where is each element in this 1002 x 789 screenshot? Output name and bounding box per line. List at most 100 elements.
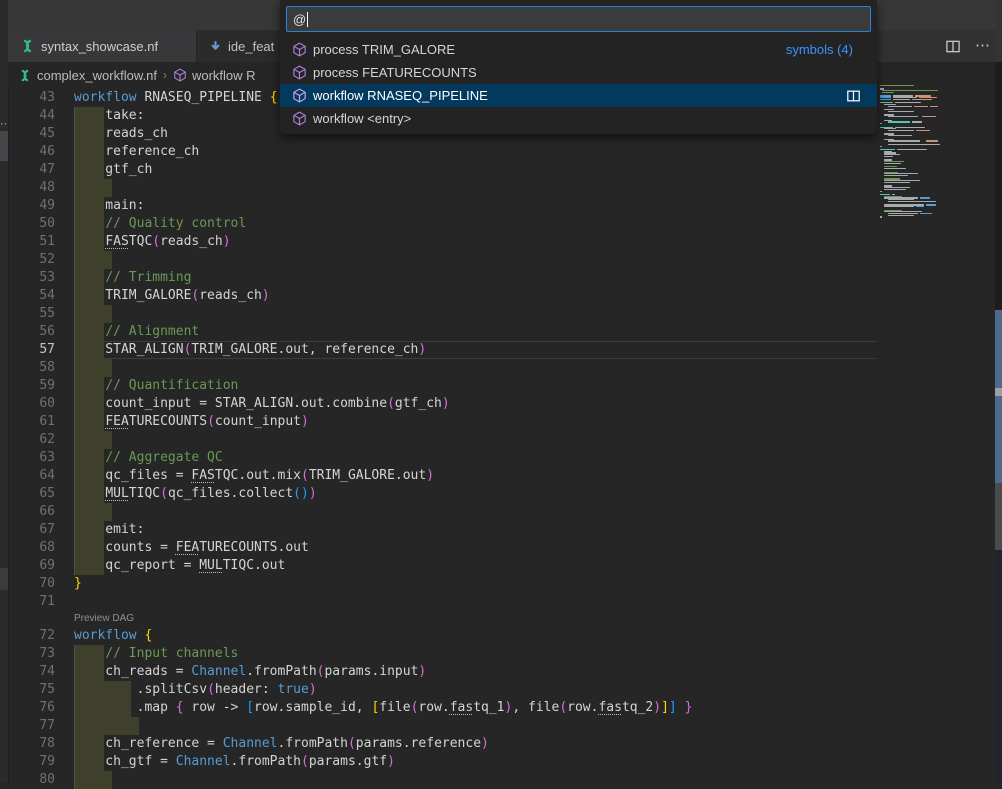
quickpick-input[interactable]: @	[286, 6, 871, 32]
code-line-text[interactable]	[74, 771, 877, 789]
code-line-text[interactable]: gtf_ch	[74, 161, 877, 179]
code-line[interactable]: 79 ch_gtf = Channel.fromPath(params.gtf)	[8, 753, 877, 771]
line-number: 77	[8, 717, 55, 735]
symbol-class-icon	[292, 65, 307, 80]
code-line[interactable]: 68 counts = FEATURECOUNTS.out	[8, 539, 877, 557]
quickpick-item-featurecounts[interactable]: process FEATURECOUNTS	[280, 61, 877, 84]
code-line-text[interactable]: FEATURECOUNTS(count_input)	[74, 413, 877, 431]
code-line[interactable]: 77	[8, 717, 877, 735]
quickpick-item-rnaseq-pipeline-selected[interactable]: workflow RNASEQ_PIPELINE	[280, 84, 877, 107]
code-line[interactable]: 69 qc_report = MULTIQC.out	[8, 557, 877, 575]
open-to-side-icon[interactable]	[846, 89, 867, 103]
minimap-line	[926, 204, 936, 205]
code-line[interactable]: 57 STAR_ALIGN(TRIM_GALORE.out, reference…	[8, 341, 877, 359]
code-line-text[interactable]	[74, 359, 877, 377]
code-line-text[interactable]: count_input = STAR_ALIGN.out.combine(gtf…	[74, 395, 877, 413]
code-line-text[interactable]: .map { row -> [row.sample_id, [file(row.…	[74, 699, 877, 717]
code-line-text[interactable]: qc_report = MULTIQC.out	[74, 557, 877, 575]
code-line-text[interactable]	[74, 431, 877, 449]
activity-bar-active-item[interactable]	[0, 131, 8, 161]
code-line-text[interactable]: main:	[74, 197, 877, 215]
code-line[interactable]: 55	[8, 305, 877, 323]
code-line[interactable]: 66	[8, 503, 877, 521]
code-line[interactable]: 62	[8, 431, 877, 449]
line-number: 67	[8, 521, 55, 539]
minimap-line	[926, 140, 938, 141]
code-line[interactable]: 73 // Input channels	[8, 645, 877, 663]
code-line[interactable]: 47 gtf_ch	[8, 161, 877, 179]
quickpick-item-label: process TRIM_GALORE	[313, 42, 455, 57]
code-line-text[interactable]: ch_reference = Channel.fromPath(params.r…	[74, 735, 877, 753]
code-line[interactable]: 71	[8, 593, 877, 611]
code-line-text[interactable]: // Trimming	[74, 269, 877, 287]
code-line-text[interactable]: ch_reads = Channel.fromPath(params.input…	[74, 663, 877, 681]
minimap-line	[895, 127, 925, 128]
code-line[interactable]: 51 FASTQC(reads_ch)	[8, 233, 877, 251]
code-line-text[interactable]	[74, 251, 877, 269]
code-line-text[interactable]: }	[74, 575, 877, 593]
quickpick-item-label: process FEATURECOUNTS	[313, 65, 477, 80]
code-line[interactable]: 61 FEATURECOUNTS(count_input)	[8, 413, 877, 431]
minimap-line	[888, 130, 914, 131]
code-line-text[interactable]: MULTIQC(qc_files.collect())	[74, 485, 877, 503]
code-line[interactable]: 78 ch_reference = Channel.fromPath(param…	[8, 735, 877, 753]
code-line-text[interactable]: // Alignment	[74, 323, 877, 341]
indent-highlight	[74, 717, 139, 735]
more-actions-icon[interactable]: ⋯	[975, 41, 992, 51]
code-line-text[interactable]: reference_ch	[74, 143, 877, 161]
code-line[interactable]: 54 TRIM_GALORE(reads_ch)	[8, 287, 877, 305]
code-line-text[interactable]: FASTQC(reads_ch)	[74, 233, 877, 251]
code-line[interactable]: 60 count_input = STAR_ALIGN.out.combine(…	[8, 395, 877, 413]
line-number: 55	[8, 305, 55, 323]
code-line[interactable]: 75 .splitCsv(header: true)	[8, 681, 877, 699]
code-line[interactable]: 53 // Trimming	[8, 269, 877, 287]
code-line[interactable]: 76 .map { row -> [row.sample_id, [file(r…	[8, 699, 877, 717]
code-line[interactable]: 64 qc_files = FASTQC.out.mix(TRIM_GALORE…	[8, 467, 877, 485]
split-editor-icon[interactable]	[945, 39, 961, 54]
code-line-text[interactable]: // Quality control	[74, 215, 877, 233]
code-line[interactable]: 48	[8, 179, 877, 197]
code-line[interactable]: 70}	[8, 575, 877, 593]
code-line-text[interactable]: ch_gtf = Channel.fromPath(params.gtf)	[74, 753, 877, 771]
tab-syntax-showcase[interactable]: syntax_showcase.nf	[8, 30, 197, 62]
code-editor[interactable]: 43workflow RNASEQ_PIPELINE {44 take:45 r…	[8, 89, 877, 789]
minimap[interactable]	[880, 85, 993, 230]
code-line[interactable]: 50 // Quality control	[8, 215, 877, 233]
code-line-text[interactable]: // Input channels	[74, 645, 877, 663]
activity-bar-item[interactable]	[0, 568, 8, 590]
code-line[interactable]: 49 main:	[8, 197, 877, 215]
code-line[interactable]: 52	[8, 251, 877, 269]
code-line-text[interactable]	[74, 593, 877, 611]
code-line-text[interactable]	[74, 305, 877, 323]
code-line-text[interactable]	[74, 717, 877, 735]
background-window-segment	[995, 396, 1002, 483]
code-line[interactable]: 67 emit:	[8, 521, 877, 539]
code-line-text[interactable]: counts = FEATURECOUNTS.out	[74, 539, 877, 557]
line-number: 69	[8, 557, 55, 575]
breadcrumb-file[interactable]: complex_workflow.nf	[37, 68, 157, 83]
code-line[interactable]: 72workflow {	[8, 627, 877, 645]
code-line[interactable]: 74 ch_reads = Channel.fromPath(params.in…	[8, 663, 877, 681]
code-line[interactable]: 56 // Alignment	[8, 323, 877, 341]
code-line-text[interactable]: emit:	[74, 521, 877, 539]
code-line-text[interactable]: .splitCsv(header: true)	[74, 681, 877, 699]
code-line-text[interactable]: STAR_ALIGN(TRIM_GALORE.out, reference_ch…	[74, 341, 877, 359]
code-line[interactable]: 80	[8, 771, 877, 789]
code-line-text[interactable]	[74, 179, 877, 197]
code-line-text[interactable]: // Aggregate QC	[74, 449, 877, 467]
code-line-text[interactable]: workflow {	[74, 627, 877, 645]
code-line[interactable]: 58	[8, 359, 877, 377]
quickpick-item-trim-galore[interactable]: process TRIM_GALORE symbols (4)	[280, 38, 877, 61]
code-line-text[interactable]: // Quantification	[74, 377, 877, 395]
code-line[interactable]: 63 // Aggregate QC	[8, 449, 877, 467]
overflow-menu-icon[interactable]: ⋯	[0, 119, 8, 129]
code-line-text[interactable]: TRIM_GALORE(reads_ch)	[74, 287, 877, 305]
breadcrumb-symbol[interactable]: workflow R	[192, 68, 256, 83]
code-line-text[interactable]: qc_files = FASTQC.out.mix(TRIM_GALORE.ou…	[74, 467, 877, 485]
code-line-text[interactable]	[74, 503, 877, 521]
code-line[interactable]: 65 MULTIQC(qc_files.collect())	[8, 485, 877, 503]
code-line[interactable]: 59 // Quantification	[8, 377, 877, 395]
quickpick-item-workflow-entry[interactable]: workflow <entry>	[280, 107, 877, 130]
codelens-preview-dag[interactable]: Preview DAG	[8, 611, 877, 627]
code-line[interactable]: 46 reference_ch	[8, 143, 877, 161]
